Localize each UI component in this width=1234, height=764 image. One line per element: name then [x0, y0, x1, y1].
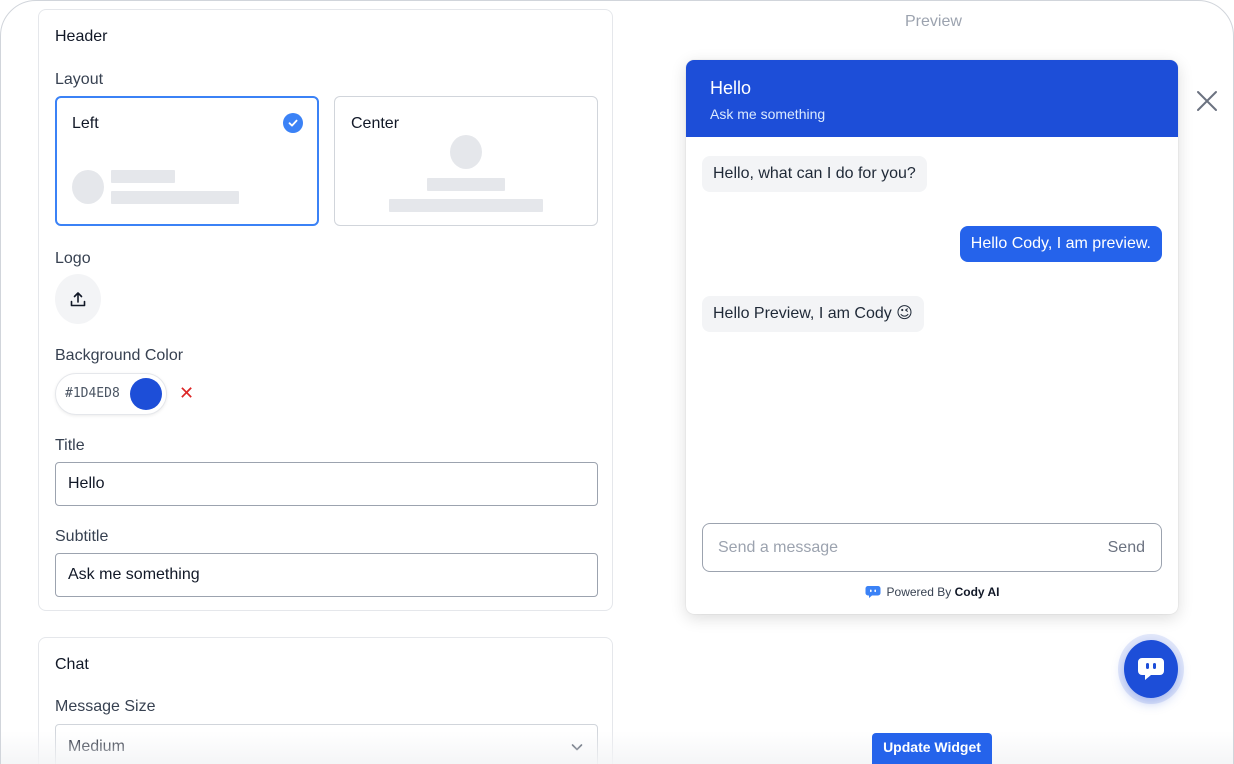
- widget-header: Hello Ask me something: [686, 60, 1178, 137]
- message-size-select[interactable]: Medium: [55, 724, 598, 764]
- layout-option-label: Center: [351, 115, 400, 132]
- update-widget-button[interactable]: Update Widget: [872, 733, 992, 764]
- message-input[interactable]: Send a message Send: [702, 523, 1162, 572]
- check-circle-icon: [283, 113, 303, 133]
- color-hex-value: #1D4ED8: [65, 386, 120, 401]
- subtitle-label: Subtitle: [55, 528, 109, 545]
- subtitle-input[interactable]: [55, 553, 598, 597]
- clear-color-icon[interactable]: ✕: [179, 383, 194, 403]
- header-settings-card: Header Layout Left Center Logo Backgroun…: [38, 9, 613, 611]
- cody-logo-icon: [865, 586, 881, 598]
- message-size-label: Message Size: [55, 698, 156, 715]
- title-label: Title: [55, 437, 85, 454]
- chevron-down-icon: [571, 744, 583, 751]
- layout-option-label: Left: [72, 115, 99, 132]
- skeleton-line: [111, 170, 175, 183]
- layout-option-left[interactable]: Left: [55, 96, 319, 226]
- widget-subtitle: Ask me something: [710, 106, 826, 122]
- message-size-value: Medium: [68, 738, 125, 755]
- close-icon[interactable]: [1193, 87, 1221, 115]
- layout-option-center[interactable]: Center: [334, 96, 598, 226]
- bot-message: Hello, what can I do for you?: [702, 156, 927, 192]
- chat-launcher-button[interactable]: [1124, 640, 1178, 698]
- message-input-placeholder: Send a message: [718, 539, 839, 556]
- upload-icon: [70, 292, 86, 307]
- powered-by-brand: Cody AI: [954, 585, 1000, 599]
- chat-settings-card: Chat Message Size Medium: [38, 637, 613, 764]
- skeleton-avatar: [450, 135, 482, 169]
- skeleton-line: [389, 199, 543, 212]
- logo-upload-button[interactable]: [55, 274, 101, 324]
- skeleton-line: [111, 191, 239, 204]
- chat-widget-preview: Hello Ask me something Hello, what can I…: [686, 60, 1178, 614]
- widget-title: Hello: [710, 78, 752, 98]
- title-input[interactable]: [55, 462, 598, 506]
- layout-label: Layout: [55, 71, 104, 88]
- skeleton-avatar: [72, 170, 104, 204]
- background-color-label: Background Color: [55, 347, 184, 364]
- color-swatch[interactable]: [130, 378, 162, 410]
- user-message: Hello Cody, I am preview.: [959, 226, 1162, 262]
- logo-label: Logo: [55, 250, 91, 267]
- skeleton-line: [427, 178, 505, 191]
- header-section-title: Header: [55, 28, 108, 45]
- powered-by: Powered By Cody AI: [686, 585, 1178, 599]
- send-button[interactable]: Send: [1108, 539, 1145, 557]
- background-color-picker[interactable]: #1D4ED8: [55, 373, 167, 415]
- chat-bot-icon: [1138, 658, 1164, 680]
- chat-section-title: Chat: [55, 656, 89, 673]
- app-frame: Header Layout Left Center Logo Backgroun…: [0, 0, 1234, 764]
- powered-by-prefix: Powered By: [886, 585, 952, 599]
- bot-message: Hello Preview, I am Cody 😉: [702, 296, 924, 332]
- preview-label: Preview: [905, 13, 962, 30]
